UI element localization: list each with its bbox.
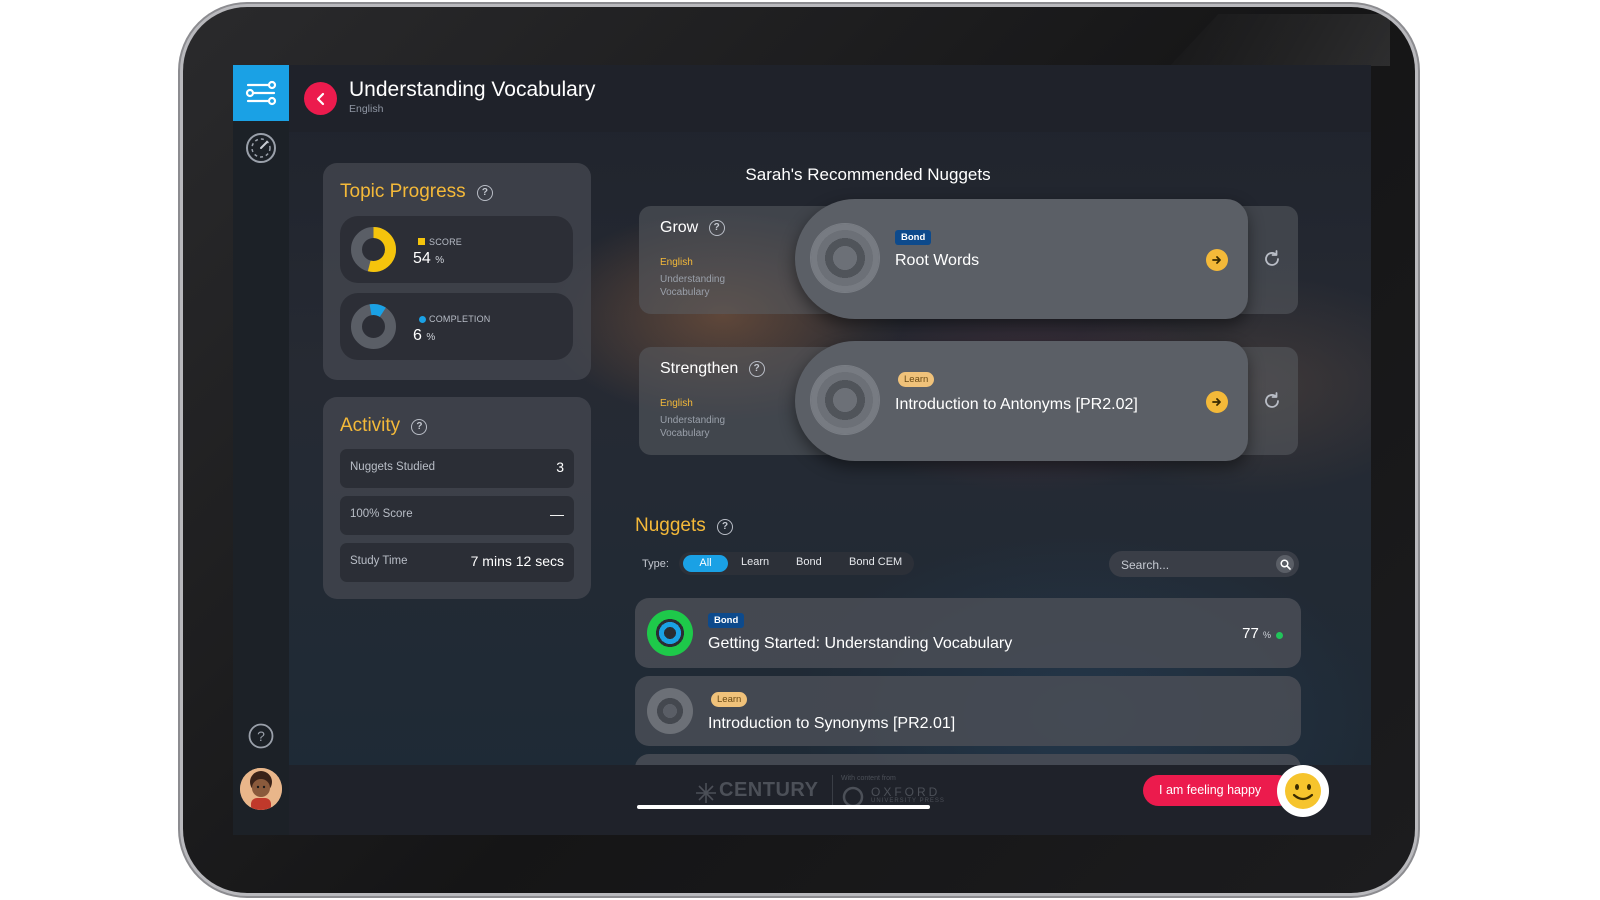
nugget-progress-ring: [647, 688, 693, 734]
search-input[interactable]: [1119, 555, 1273, 575]
nugget-name: Introduction to Synonyms [PR2.01]: [708, 715, 956, 732]
score-donut: [351, 227, 396, 272]
arrow-right-icon: [1212, 256, 1221, 264]
help-icon[interactable]: ?: [717, 518, 734, 535]
help-icon[interactable]: ?: [411, 418, 428, 435]
nugget-score: 77 %: [1242, 625, 1271, 642]
grow-topic: Understanding Vocabulary: [660, 274, 726, 298]
activity-title: Activity ?: [340, 415, 428, 437]
learn-badge: Learn: [898, 372, 935, 387]
topic-progress-title: Topic Progress ?: [340, 181, 493, 203]
century-logo-icon: [696, 783, 716, 803]
help-icon[interactable]: ?: [748, 360, 765, 377]
partner-sub: UNIVERSITY PRESS: [871, 798, 945, 804]
nugget-progress-ring: [647, 610, 693, 656]
completion-legend-dot: [419, 316, 426, 323]
activity-row-value: 3: [556, 459, 564, 475]
type-filter: All Learn Bond Bond CEM: [679, 552, 914, 575]
sidebar-filter-button[interactable]: [233, 65, 289, 121]
century-logo: CENTURY: [719, 779, 819, 801]
partner-prefix: With content from: [841, 775, 896, 782]
help-button[interactable]: ?: [245, 720, 277, 752]
nuggets-title: Nuggets ?: [635, 515, 734, 537]
status-dot: [1276, 632, 1283, 639]
nugget-row-getting-started[interactable]: Bond Getting Started: Understanding Voca…: [635, 598, 1301, 668]
help-icon: ?: [248, 723, 274, 749]
sidebar: ?: [233, 65, 289, 835]
mood-smiley-button[interactable]: [1277, 765, 1329, 817]
help-icon[interactable]: ?: [708, 219, 725, 236]
strengthen-category: Strengthen ?: [660, 360, 765, 378]
activity-row-value: 7 mins 12 secs: [470, 553, 564, 569]
filter-sliders-icon: [245, 80, 277, 106]
nugget-name: Introduction to Antonyms [PR2.02]: [895, 396, 1138, 413]
back-button[interactable]: [304, 82, 337, 115]
activity-row-label: 100% Score: [350, 508, 413, 520]
grow-subject: English: [660, 257, 693, 268]
nugget-search: [1109, 551, 1299, 577]
footer-divider: [832, 775, 833, 809]
page-title: Understanding Vocabulary: [349, 78, 596, 101]
grow-category: Grow ?: [660, 219, 725, 237]
start-nugget-button[interactable]: [1206, 391, 1228, 413]
filter-bond[interactable]: Bond: [796, 556, 822, 568]
nugget-name: Getting Started: Understanding Vocabular…: [708, 635, 1013, 652]
avatar[interactable]: [240, 768, 282, 810]
activity-row-label: Study Time: [350, 555, 408, 567]
page-subtitle: English: [349, 103, 384, 115]
search-icon: [1279, 558, 1291, 570]
learn-badge: Learn: [711, 692, 748, 707]
type-filter-label: Type:: [642, 558, 669, 570]
activity-row-label: Nuggets Studied: [350, 461, 436, 473]
activity-card: Activity ? Nuggets Studied 3 100% Score …: [323, 397, 591, 599]
score-stat: SCORE 54 %: [340, 216, 573, 283]
nugget-row-synonyms[interactable]: Learn Introduction to Synonyms [PR2.01]: [635, 676, 1301, 746]
completion-value: 6 %: [413, 327, 436, 344]
activity-row-nuggets-studied: Nuggets Studied 3: [340, 449, 574, 488]
header: Understanding Vocabulary English: [289, 65, 1371, 132]
smiley-icon: [1285, 773, 1321, 809]
filter-all[interactable]: All: [683, 555, 728, 572]
svg-text:?: ?: [257, 728, 265, 744]
home-indicator[interactable]: [637, 805, 930, 809]
refresh-icon[interactable]: [1261, 390, 1283, 412]
nugget-name: Root Words: [895, 252, 980, 269]
activity-row-100-score: 100% Score —: [340, 496, 574, 535]
strengthen-subject: English: [660, 398, 693, 409]
activity-row-study-time: Study Time 7 mins 12 secs: [340, 543, 574, 582]
bond-badge: Bond: [708, 613, 745, 628]
recommended-nugget-root-words[interactable]: Bond Root Words: [795, 199, 1248, 319]
dashboard-button[interactable]: [245, 132, 277, 164]
strengthen-topic: Understanding Vocabulary: [660, 415, 726, 439]
completion-label: COMPLETION: [429, 314, 491, 324]
completion-donut: [351, 304, 396, 350]
nugget-progress-ring: [811, 224, 879, 292]
recommended-nugget-antonyms[interactable]: Learn Introduction to Antonyms [PR2.02]: [795, 341, 1248, 461]
nugget-progress-ring: [811, 366, 879, 434]
filter-learn[interactable]: Learn: [741, 556, 769, 568]
dashboard-gauge-icon: [246, 133, 276, 163]
activity-row-value: —: [550, 506, 564, 522]
score-legend-square: [418, 238, 425, 245]
arrow-right-icon: [1212, 398, 1221, 406]
help-icon[interactable]: ?: [476, 184, 493, 201]
score-value: 54 %: [413, 250, 445, 267]
score-label: SCORE: [429, 237, 463, 247]
search-button[interactable]: [1276, 555, 1294, 573]
bond-badge: Bond: [895, 230, 932, 245]
completion-stat: COMPLETION 6 %: [340, 293, 573, 360]
topic-progress-card: Topic Progress ? SCORE 54 % COMPLETION 6…: [323, 163, 591, 380]
chevron-left-icon: [316, 92, 324, 105]
recommended-title: Sarah's Recommended Nuggets: [745, 165, 991, 184]
mood-button[interactable]: I am feeling happy: [1143, 775, 1293, 806]
refresh-icon[interactable]: [1261, 248, 1283, 270]
start-nugget-button[interactable]: [1206, 249, 1228, 271]
app-screen: ? Understanding Vocabulary English Topic…: [233, 65, 1371, 835]
filter-bond-cem[interactable]: Bond CEM: [849, 556, 902, 568]
partner-logo: OXFORD: [871, 785, 941, 799]
